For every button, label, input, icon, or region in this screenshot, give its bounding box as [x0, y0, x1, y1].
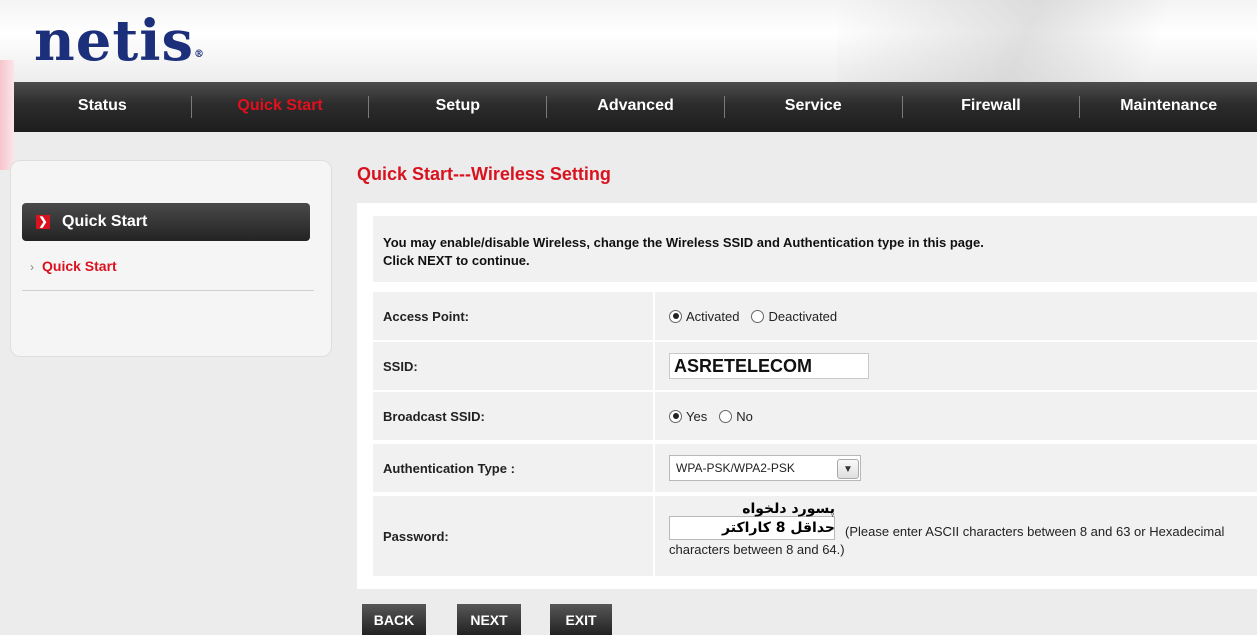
row-divider — [653, 292, 655, 340]
activated-label: Activated — [686, 308, 740, 324]
radio-yes[interactable] — [669, 409, 682, 423]
access-point-activated-option[interactable]: Activated — [669, 309, 739, 324]
row-divider — [653, 496, 655, 576]
access-point-deactivated-option[interactable]: Deactivated — [751, 309, 837, 324]
password-label: Password: — [383, 528, 449, 544]
broadcast-options: Yes No — [669, 392, 765, 440]
auth-type-value: WPA-PSK/WPA2-PSK — [676, 461, 795, 475]
access-point-options: Activated Deactivated — [669, 292, 849, 340]
ssid-input[interactable] — [669, 353, 869, 379]
yes-label: Yes — [686, 408, 708, 424]
row-divider — [653, 392, 655, 440]
sidebar-item-label: Quick Start — [42, 258, 117, 274]
radio-no[interactable] — [719, 409, 733, 423]
sidebar-divider — [22, 290, 314, 291]
access-point-row: Access Point: Activated Deactivated — [373, 292, 1257, 340]
nav-maintenance[interactable]: Maintenance — [1080, 82, 1257, 132]
password-cell: پسورد دلخواه حداقل 8 کاراکتر (Please ent… — [669, 496, 1249, 576]
netis-logo: netis® — [34, 6, 205, 76]
intro-line-2: Click NEXT to continue. — [383, 253, 530, 268]
chevron-right-icon: › — [30, 260, 34, 274]
logo-text: netis — [34, 8, 195, 74]
broadcast-no-option[interactable]: No — [719, 409, 753, 424]
radio-deactivated[interactable] — [751, 309, 765, 323]
nav-advanced[interactable]: Advanced — [547, 82, 724, 132]
nav-quick-start[interactable]: Quick Start — [192, 82, 369, 132]
nav-firewall[interactable]: Firewall — [903, 82, 1080, 132]
nav-setup[interactable]: Setup — [369, 82, 546, 132]
sidebar-heading-label: Quick Start — [62, 213, 148, 230]
ssid-row: SSID: — [373, 342, 1257, 390]
broadcast-ssid-label: Broadcast SSID: — [383, 408, 485, 424]
no-label: No — [736, 408, 753, 424]
chevron-down-icon[interactable]: ▼ — [837, 459, 859, 479]
arrow-right-icon: ❯ — [36, 215, 50, 229]
back-button[interactable]: BACK — [362, 604, 426, 635]
row-divider — [653, 342, 655, 390]
ssid-value-cell — [669, 342, 869, 390]
radio-activated[interactable] — [669, 309, 682, 323]
ssid-label: SSID: — [383, 358, 418, 374]
auth-type-label: Authentication Type : — [383, 460, 515, 476]
intro-line-1: You may enable/disable Wireless, change … — [383, 235, 984, 250]
password-row: Password: پسورد دلخواه حداقل 8 کاراکتر (… — [373, 496, 1257, 576]
nav-service[interactable]: Service — [725, 82, 902, 132]
main-nav: Status Quick Start Setup Advanced Servic… — [14, 82, 1257, 132]
broadcast-yes-option[interactable]: Yes — [669, 409, 707, 424]
nav-status[interactable]: Status — [14, 82, 191, 132]
auth-type-row: Authentication Type : WPA-PSK/WPA2-PSK ▼ — [373, 444, 1257, 492]
next-button[interactable]: NEXT — [457, 604, 521, 635]
exit-button[interactable]: EXIT — [550, 604, 612, 635]
broadcast-ssid-row: Broadcast SSID: Yes No — [373, 392, 1257, 440]
auth-type-select[interactable]: WPA-PSK/WPA2-PSK ▼ — [669, 455, 861, 481]
access-point-label: Access Point: — [383, 308, 469, 324]
trademark-symbol: ® — [194, 49, 206, 60]
auth-type-cell: WPA-PSK/WPA2-PSK ▼ — [669, 444, 861, 492]
intro-text: You may enable/disable Wireless, change … — [373, 216, 1257, 282]
sidebar-item-quick-start[interactable]: › Quick Start — [30, 258, 117, 274]
row-divider — [653, 444, 655, 492]
deactivated-label: Deactivated — [768, 308, 838, 324]
sidebar-heading[interactable]: ❯ Quick Start — [22, 203, 310, 241]
page-title: Quick Start---Wireless Setting — [357, 164, 611, 184]
password-hint: (Please enter ASCII characters between 8… — [669, 524, 1225, 557]
side-decoration — [0, 60, 14, 170]
annotation-line-1: پسورد دلخواه — [742, 501, 835, 517]
